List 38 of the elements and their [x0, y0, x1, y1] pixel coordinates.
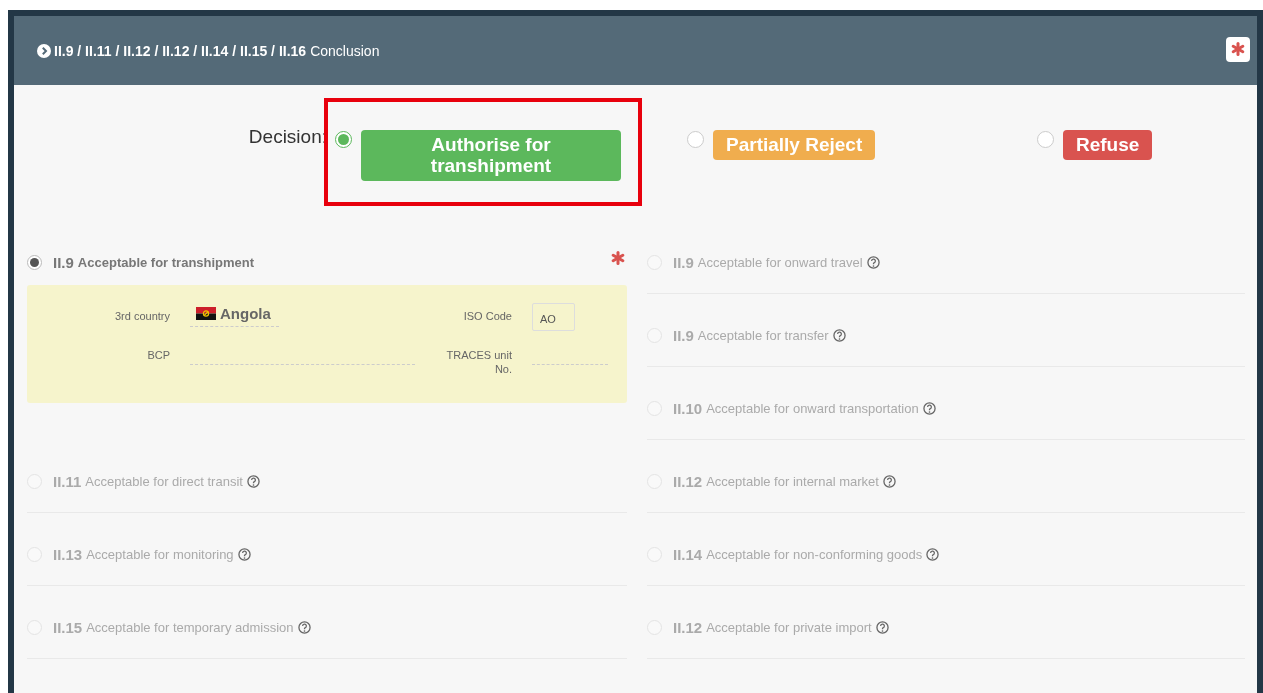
option-label: Acceptable for onward travel [697, 254, 863, 270]
option-label: Acceptable for monitoring [86, 546, 234, 562]
option-code: II.14 [673, 545, 703, 563]
radio-button[interactable] [687, 131, 704, 148]
option-code: II.12 [673, 472, 703, 490]
option-code: II.9 [53, 253, 74, 271]
decision-label: Decision: [247, 126, 328, 149]
option-label: Acceptable for internal market [706, 473, 879, 489]
section-codes: II.9 / II.11 / II.12 / II.12 / II.14 / II.15 / II.16 [54, 42, 307, 59]
decision-button[interactable]: Authorise for transhipment [361, 130, 621, 181]
radio-button[interactable] [335, 131, 352, 148]
option-code: II.15 [53, 618, 83, 636]
option-code: II.11 [53, 472, 82, 490]
option-code: II.13 [53, 545, 83, 563]
section-title: Conclusion [310, 42, 380, 59]
flag-icon [196, 307, 216, 320]
option-code: II.10 [673, 399, 703, 417]
field-label: ISO Code [462, 309, 512, 323]
option-label: Acceptable for onward transportation [706, 400, 919, 416]
decision-button[interactable]: Refuse [1063, 130, 1153, 160]
field-label: TRACES unit No. [445, 348, 512, 376]
option-label: Acceptable for transfer [697, 327, 829, 343]
radio-button[interactable] [27, 254, 42, 270]
option-code: II.12 [673, 618, 703, 636]
radio-button[interactable] [1037, 131, 1054, 148]
option-code: II.9 [673, 253, 694, 271]
chevron-circle-icon [37, 43, 51, 58]
country-field[interactable]: Angola [190, 303, 279, 327]
option-label: Acceptable for private import [706, 619, 872, 635]
field-label: BCP [146, 348, 170, 362]
field-label: 3rd country [113, 309, 170, 323]
option-code: II.9 [673, 326, 694, 344]
required-icon [1231, 42, 1245, 56]
option-label: Acceptable for temporary admission [86, 619, 294, 635]
option-label: Acceptable for direct transit [85, 473, 243, 489]
iso-code-field[interactable]: AO [532, 303, 575, 331]
option-label: Acceptable for transhipment [77, 254, 255, 270]
option-label: Acceptable for non-conforming goods [706, 546, 923, 562]
